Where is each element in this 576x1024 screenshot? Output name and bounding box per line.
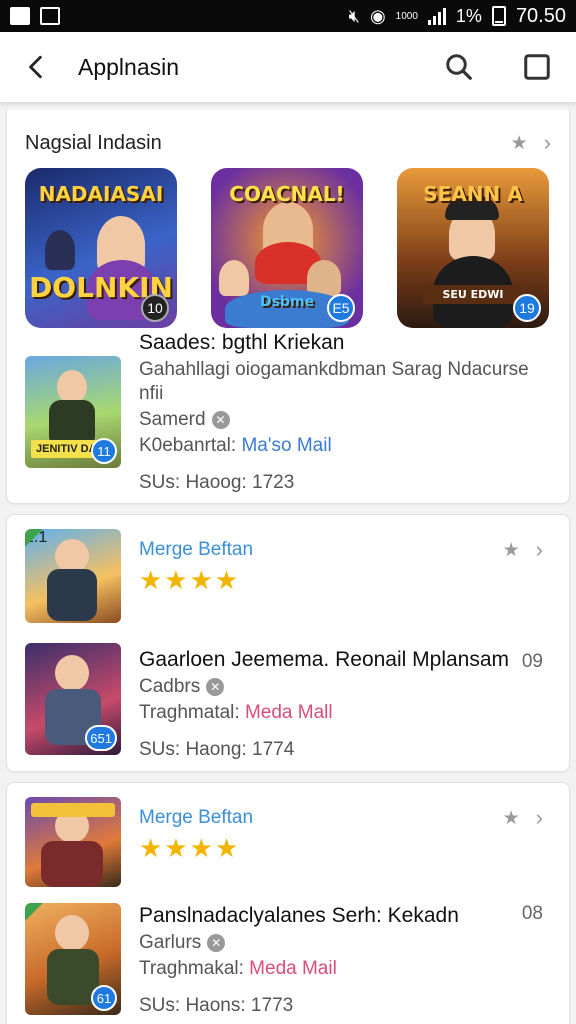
- icon-badge: 61: [91, 985, 117, 1011]
- featured-card: Nagsial Indasin ★ › NADAIASAI DOLNKIN 10: [6, 110, 570, 504]
- close-icon[interactable]: ✕: [207, 933, 226, 952]
- item-tag: Cadbrs: [139, 676, 201, 697]
- chevron-right-icon[interactable]: ›: [536, 805, 543, 831]
- star-icon[interactable]: ★: [503, 807, 520, 830]
- app-bar: Applnasin: [0, 32, 576, 102]
- app-icon: JENITIV DA 11: [25, 356, 121, 468]
- game-card: Merge Beftan ★★★★ ★ › 61 Panslnadaclyala…: [6, 782, 570, 1024]
- item-count: 08: [521, 903, 543, 924]
- item-count: 09: [521, 651, 543, 672]
- status-bar: 🔇︎ ◉ 1000 1% 70.50: [0, 0, 576, 32]
- star-icon[interactable]: ★: [511, 132, 528, 155]
- thumbnail-title: COACNAL!: [229, 182, 345, 206]
- image-icon: [40, 7, 60, 25]
- close-icon[interactable]: ✕: [206, 677, 225, 696]
- thumbnail-subtitle: SEU EDWI: [423, 285, 523, 304]
- back-button[interactable]: [0, 32, 72, 102]
- game-title[interactable]: Merge Beftan: [139, 539, 551, 561]
- item-tag: Garlurs: [139, 932, 202, 953]
- arrow-back-icon: [29, 55, 42, 79]
- section-title: Nagsial Indasin: [25, 131, 162, 154]
- battery-percent: 1%: [455, 5, 482, 26]
- star-rating: ★★★★: [139, 565, 241, 595]
- wifi-icon: ◉: [369, 5, 386, 26]
- item-stat: SUs: Haong: 1774: [139, 739, 295, 760]
- tabs-button[interactable]: [498, 32, 576, 102]
- item-stat: SUs: Haoog: 1723: [139, 472, 295, 493]
- item-title: Gaarloen Jeemema. Reonail Mplansam: [139, 648, 510, 671]
- item-description: Gahahllagi oiogamankdbman Sarag Ndacurse…: [139, 359, 529, 404]
- developer-label: K0ebanrtal:: [139, 435, 237, 456]
- mute-icon: 🔇︎: [348, 5, 360, 26]
- network-label: 1000: [395, 10, 418, 22]
- developer-link[interactable]: Ma'so Mail: [241, 435, 331, 456]
- item-stat: SUs: Haons: 1773: [139, 995, 294, 1016]
- app-icon: 61: [25, 903, 121, 1015]
- list-item[interactable]: 61 Panslnadaclyalanes Serh: Kekadn Garlu…: [7, 903, 569, 1017]
- list-item[interactable]: 651 Gaarloen Jeemema. Reonail Mplansam C…: [7, 643, 569, 761]
- developer-link[interactable]: Meda Mail: [249, 958, 337, 979]
- thumbnail-badge: E5: [327, 294, 355, 322]
- item-title: Saades: bgthl Kriekan: [139, 331, 345, 354]
- battery-icon: [491, 6, 506, 26]
- game-title[interactable]: Merge Beftan: [139, 807, 551, 829]
- chevron-right-icon[interactable]: ›: [544, 130, 551, 156]
- game-thumbnail[interactable]: NADAIASAI DOLNKIN 10: [25, 168, 177, 328]
- developer-link[interactable]: Meda Mall: [245, 702, 333, 723]
- game-card: 1.1 Merge Beftan ★★★★ ★ › 651 Gaarloen J…: [6, 514, 570, 772]
- close-icon[interactable]: ✕: [211, 410, 230, 429]
- thumbnail-row: NADAIASAI DOLNKIN 10 COACNAL! Dsbme E5 S…: [7, 168, 569, 328]
- game-thumbnail[interactable]: SEANN A SEU EDWI 19: [397, 168, 549, 328]
- thumbnail-badge: 19: [513, 294, 541, 322]
- search-icon: [446, 54, 472, 80]
- thumbnail-title: NADAIASAI: [38, 182, 164, 206]
- chevron-right-icon[interactable]: ›: [536, 537, 543, 563]
- star-icon[interactable]: ★: [503, 539, 520, 562]
- icon-badge: 651: [85, 725, 117, 751]
- thumbnail-title: SEANN A: [423, 182, 523, 206]
- game-icon[interactable]: [25, 797, 121, 887]
- content-scroll[interactable]: Nagsial Indasin ★ › NADAIASAI DOLNKIN 10: [0, 102, 576, 1024]
- item-title: Panslnadaclyalanes Serh: Kekadn: [139, 904, 459, 927]
- thumbnail-badge: 10: [141, 294, 169, 322]
- game-icon[interactable]: 1.1: [25, 529, 121, 623]
- item-tag: Samerd: [139, 409, 206, 430]
- developer-label: Traghmakal:: [139, 958, 244, 979]
- signal-icon: [427, 7, 446, 25]
- square-icon: [524, 54, 550, 80]
- app-icon: 651: [25, 643, 121, 755]
- list-item[interactable]: JENITIV DA 11 Saades: bgthl Kriekan Gaha…: [7, 331, 569, 494]
- developer-label: Traghmatal:: [139, 702, 240, 723]
- search-button[interactable]: [420, 32, 498, 102]
- clock: 70.50: [515, 4, 566, 27]
- page-title: Applnasin: [78, 53, 180, 80]
- notification-icon: [10, 7, 30, 25]
- game-thumbnail[interactable]: COACNAL! Dsbme E5: [211, 168, 363, 328]
- star-rating: ★★★★: [139, 833, 241, 863]
- icon-badge: 11: [91, 438, 117, 464]
